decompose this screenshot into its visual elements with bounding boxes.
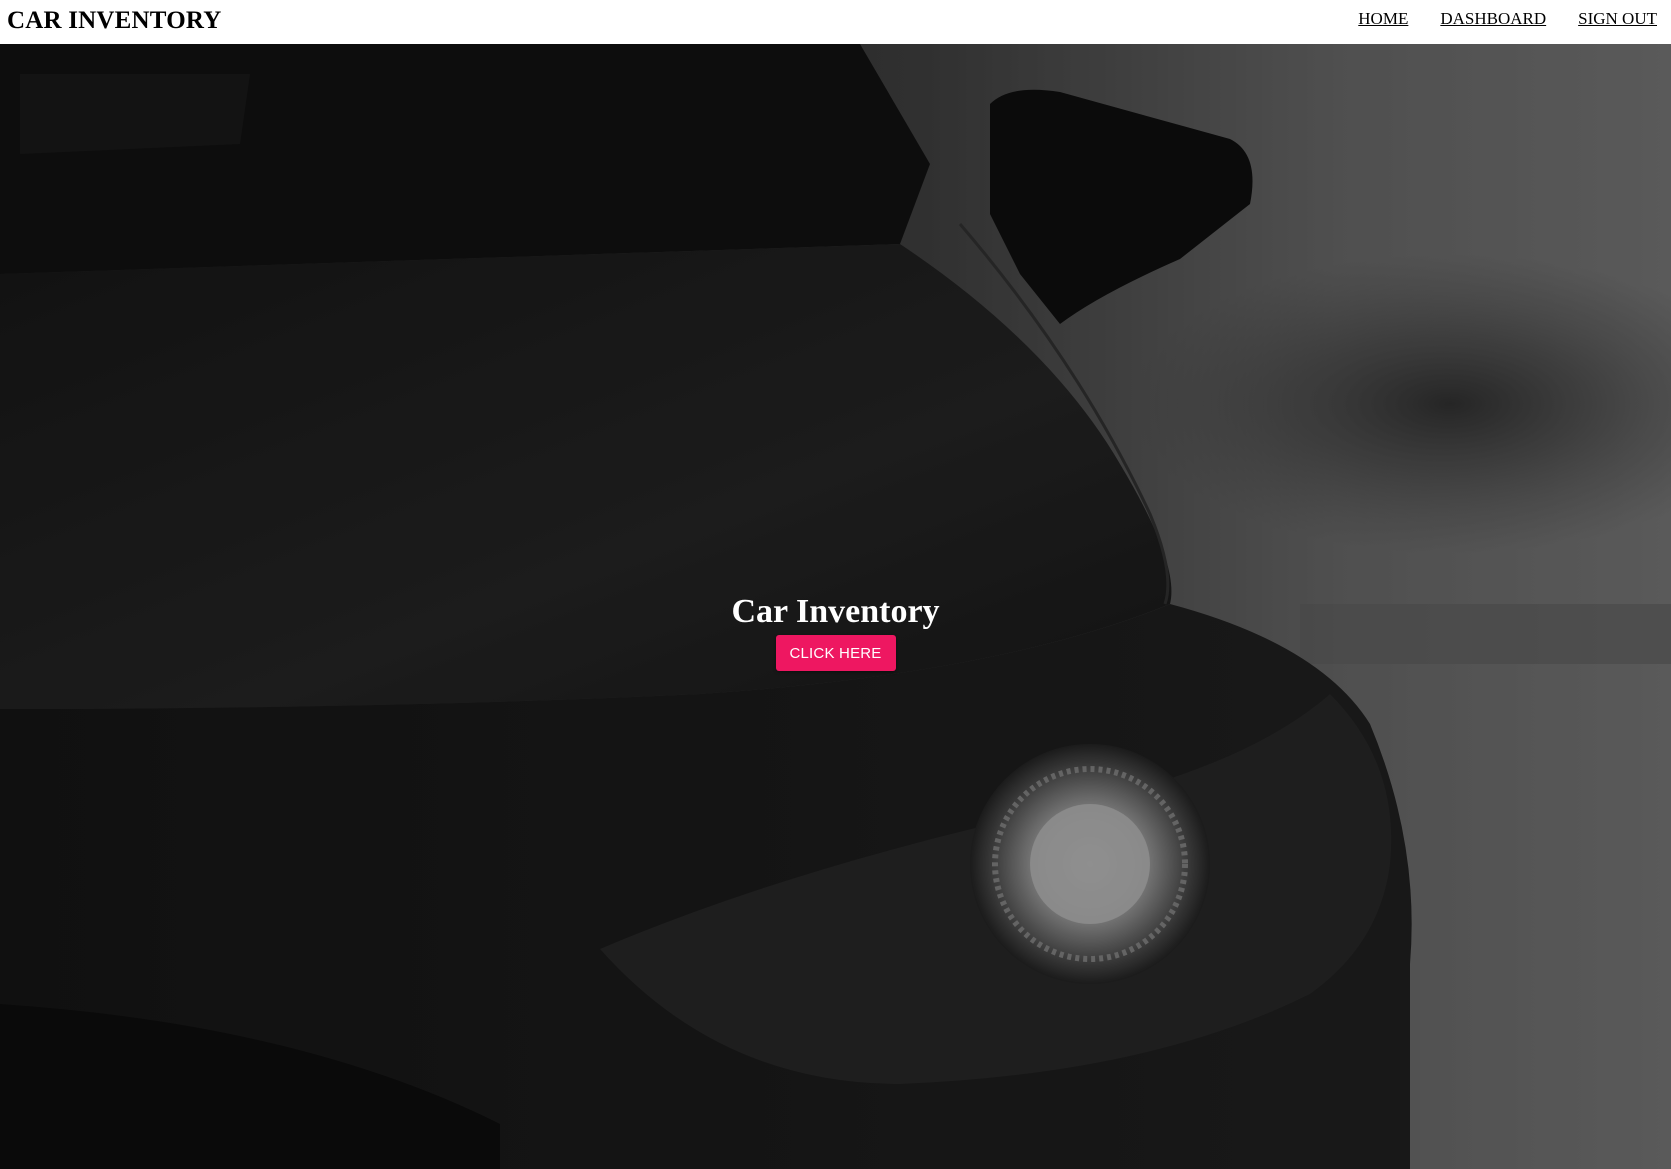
- click-here-button[interactable]: CLICK HERE: [775, 635, 896, 671]
- nav-link-dashboard[interactable]: DASHBOARD: [1440, 9, 1546, 29]
- hero-section: Car Inventory CLICK HERE: [0, 44, 1671, 1169]
- hero-content: Car Inventory CLICK HERE: [0, 592, 1671, 671]
- nav-link-sign-out[interactable]: SIGN OUT: [1578, 9, 1657, 29]
- top-navbar: CAR INVENTORY HOME DASHBOARD SIGN OUT: [0, 0, 1671, 44]
- nav-link-home[interactable]: HOME: [1358, 9, 1408, 29]
- main-nav: HOME DASHBOARD SIGN OUT: [1358, 9, 1657, 29]
- brand-logo[interactable]: CAR INVENTORY: [7, 7, 221, 35]
- hero-title: Car Inventory: [731, 593, 940, 630]
